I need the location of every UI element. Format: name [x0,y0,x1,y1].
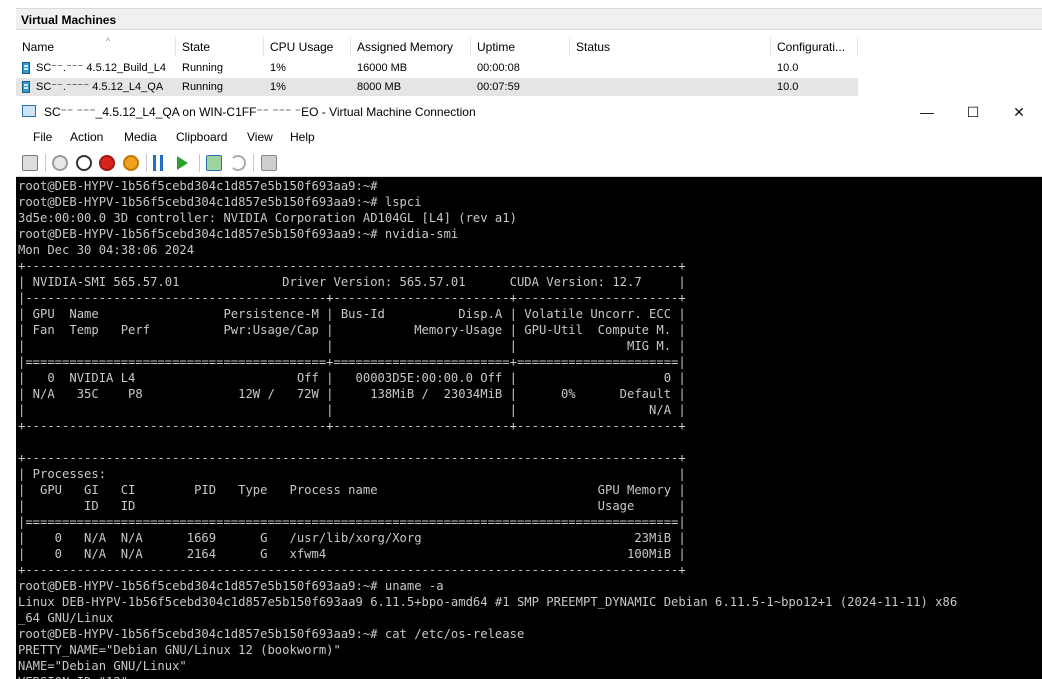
menu-help[interactable]: Help [290,126,315,148]
menu-clipboard[interactable]: Clipboard [176,126,227,148]
terminal-line: | | | N/A | [18,403,686,417]
terminal-line: 3d5e:00:00.0 3D controller: NVIDIA Corpo… [18,211,517,225]
terminal-line: | 0 NVIDIA L4 Off | 00003D5E:00:00.0 Off… [18,371,686,385]
terminal-line: +---------------------------------------… [18,259,686,273]
terminal-line: | GPU GI CI PID Type Process name GPU Me… [18,483,686,497]
vm-uptime: 00:00:08 [477,62,520,74]
terminal-line: Mon Dec 30 04:38:06 2024 [18,243,195,257]
terminal-line: PRETTY_NAME="Debian GNU/Linux 12 (bookwo… [18,643,341,657]
column-header-configuration[interactable]: Configurati... [771,37,858,57]
enhanced-session-icon[interactable] [261,155,277,171]
turn-off-icon[interactable] [76,155,92,171]
shutdown-icon[interactable] [99,155,115,171]
terminal-line: root@DEB-HYPV-1b56f5cebd304c1d857e5b150f… [18,227,459,241]
title-bar[interactable]: SC⁻⁻ ⁻⁻⁻_4.5.12_L4_QA on WIN-C1FF⁻⁻ ⁻⁻⁻ … [16,98,1042,126]
start-icon[interactable] [52,155,68,171]
column-label: Name [22,40,55,54]
vm-uptime: 00:07:59 [477,81,520,93]
terminal-line: |=======================================… [18,355,686,369]
terminal-line: | N/A 35C P8 12W / 72W | 138MiB / 23034M… [18,387,686,401]
menu-action[interactable]: Action [70,126,103,148]
sort-ascending-icon: ^ [106,36,111,46]
menu-media[interactable]: Media [124,126,157,148]
vm-configuration: 10.0 [777,81,799,93]
terminal-line: | 0 N/A N/A 2164 G xfwm4 100MiB | [18,547,686,561]
column-header-assigned-memory[interactable]: Assigned Memory [351,37,471,57]
menu-file[interactable]: File [33,126,52,148]
terminal-line: | NVIDIA-SMI 565.57.01 Driver Version: 5… [18,275,686,289]
terminal-line: |---------------------------------------… [18,291,686,305]
vm-state: Running [182,62,223,74]
virtual-machine-icon [22,81,30,93]
toolbar [16,150,1042,177]
terminal-line: |=======================================… [18,515,686,529]
terminal-line: | Fan Temp Perf Pwr:Usage/Cap | Memory-U… [18,323,686,337]
terminal-line: root@DEB-HYPV-1b56f5cebd304c1d857e5b150f… [18,627,525,641]
revert-icon[interactable] [230,155,246,171]
vm-connection-icon [22,105,36,117]
vm-row-selected[interactable]: SC⁻⁻.⁻⁻⁻⁻ 4.5.12_L4_QA Running 1% 8000 M… [16,78,858,96]
terminal-line: | ID ID Usage | [18,499,686,513]
terminal-line: +---------------------------------------… [18,451,686,465]
column-header-cpu-usage[interactable]: CPU Usage [264,37,351,57]
vm-row[interactable]: SC⁻⁻.⁻⁻⁻ 4.5.12_Build_L4 Running 1% 1600… [16,59,858,77]
terminal-line: NAME="Debian GNU/Linux" [18,659,187,673]
ctrl-alt-del-icon[interactable] [22,155,38,171]
column-header-name[interactable]: Name ^ [16,36,176,57]
column-header-state[interactable]: State [176,37,264,57]
terminal-line: root@DEB-HYPV-1b56f5cebd304c1d857e5b150f… [18,179,378,193]
checkpoint-icon[interactable] [206,155,222,171]
toolbar-separator [253,154,254,172]
close-button[interactable]: ✕ [996,98,1042,126]
vm-connection-window: SC⁻⁻ ⁻⁻⁻_4.5.12_L4_QA on WIN-C1FF⁻⁻ ⁻⁻⁻ … [16,98,1042,679]
column-header-status[interactable]: Status [570,37,771,57]
terminal-line: VERSION_ID="12" [18,674,128,679]
terminal-line: +---------------------------------------… [18,563,686,577]
vm-cpu-usage: 1% [270,62,286,74]
terminal-screen[interactable]: root@DEB-HYPV-1b56f5cebd304c1d857e5b150f… [16,177,1042,679]
terminal-line: | 0 N/A N/A 1669 G /usr/lib/xorg/Xorg 23… [18,531,686,545]
toolbar-separator [45,154,46,172]
vm-state: Running [182,81,223,93]
vm-cpu-usage: 1% [270,81,286,93]
terminal-line: | GPU Name Persistence-M | Bus-Id Disp.A… [18,307,686,321]
column-header-uptime[interactable]: Uptime [471,37,570,57]
menu-view[interactable]: View [247,126,273,148]
window-title: SC⁻⁻ ⁻⁻⁻_4.5.12_L4_QA on WIN-C1FF⁻⁻ ⁻⁻⁻ … [44,105,476,119]
vm-name: SC⁻⁻.⁻⁻⁻ 4.5.12_Build_L4 [36,62,166,74]
terminal-line: | Processes: | [18,467,686,481]
virtual-machines-title: Virtual Machines [16,8,1042,30]
terminal-line: | | | MIG M. | [18,339,686,353]
terminal-line: root@DEB-HYPV-1b56f5cebd304c1d857e5b150f… [18,579,444,593]
vm-assigned-memory: 8000 MB [357,81,402,93]
vm-configuration: 10.0 [777,62,799,74]
terminal-line: _64 GNU/Linux [18,611,114,625]
toolbar-separator [199,154,200,172]
reset-icon[interactable] [177,156,188,170]
vm-column-headers: Name ^ State CPU Usage Assigned Memory U… [16,36,1042,57]
vm-assigned-memory: 16000 MB [357,62,408,74]
terminal-line: Linux DEB-HYPV-1b56f5cebd304c1d857e5b150… [18,595,958,609]
maximize-button[interactable]: ☐ [950,98,996,126]
pause-icon[interactable] [153,155,163,171]
terminal-line: root@DEB-HYPV-1b56f5cebd304c1d857e5b150f… [18,195,422,209]
virtual-machines-panel: Virtual Machines Name ^ State CPU Usage … [0,0,1042,100]
vm-name: SC⁻⁻.⁻⁻⁻⁻ 4.5.12_L4_QA [36,81,164,93]
virtual-machine-icon [22,62,30,74]
menu-bar: File Action Media Clipboard View Help [16,126,1042,148]
terminal-line: +---------------------------------------… [18,419,686,433]
toolbar-separator [146,154,147,172]
save-state-icon[interactable] [123,155,139,171]
minimize-button[interactable]: — [904,98,950,126]
